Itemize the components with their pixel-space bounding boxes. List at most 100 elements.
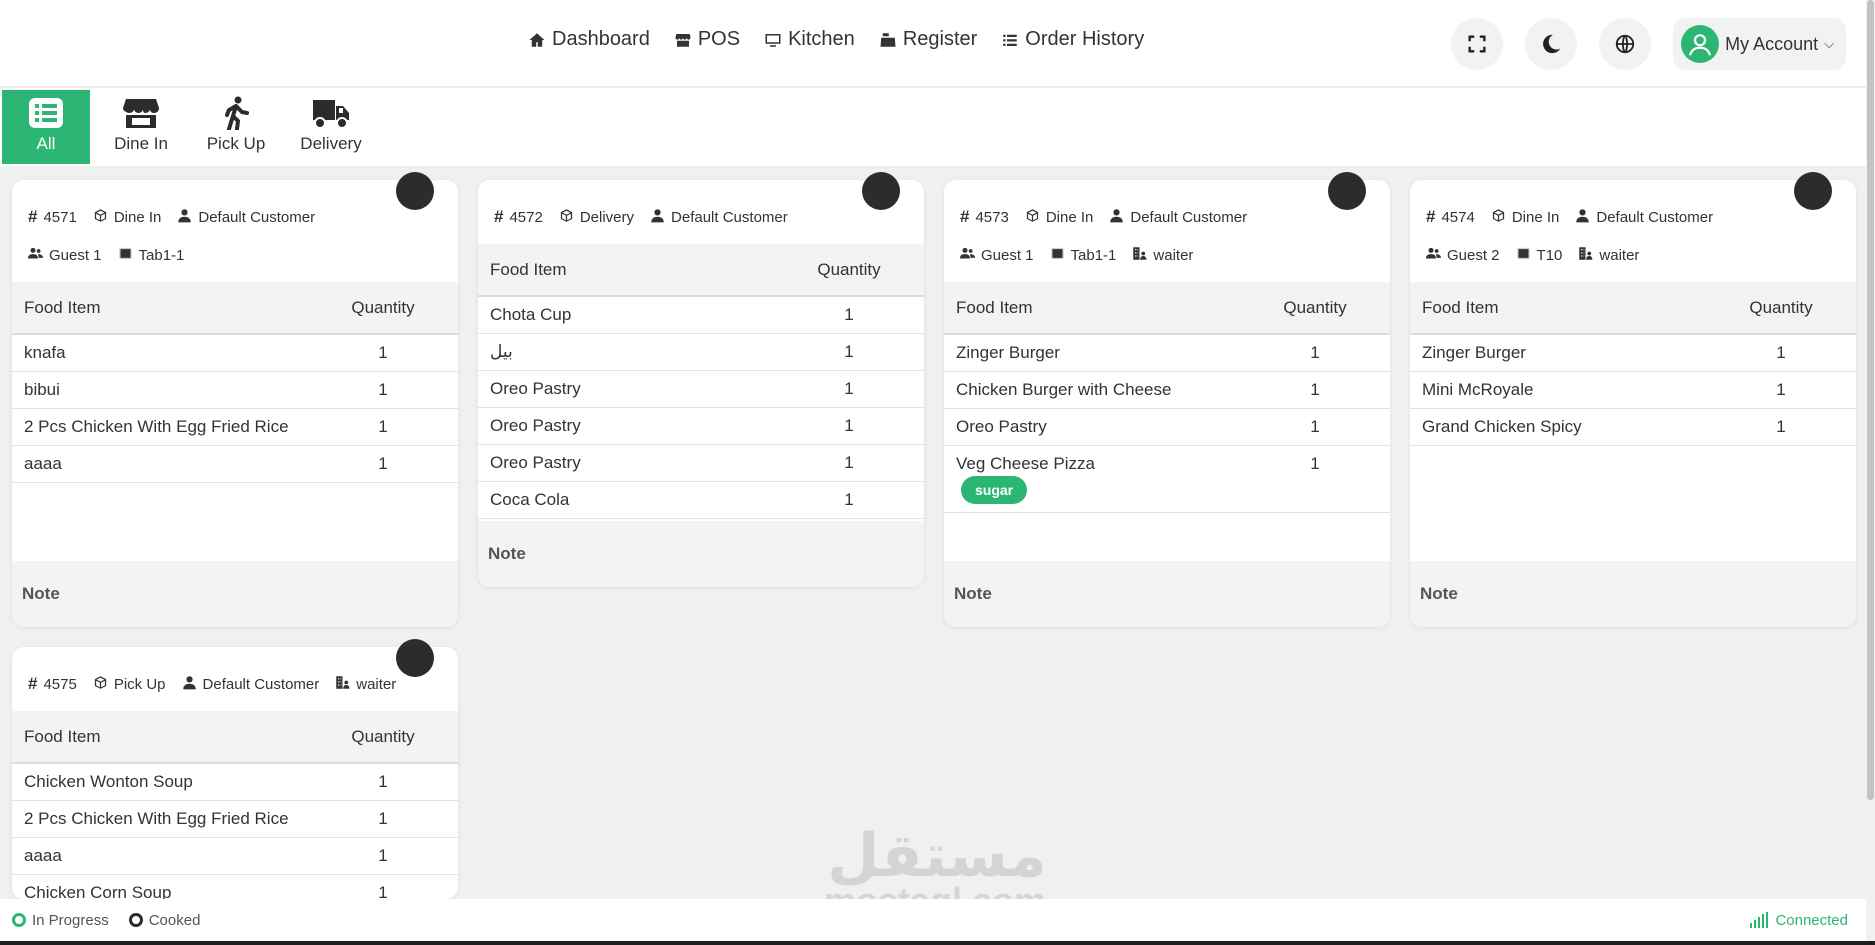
- table-row[interactable]: Chicken Wonton Soup 1: [12, 763, 458, 801]
- table-row[interactable]: 2 Pcs Chicken With Egg Fried Rice 1: [12, 408, 458, 446]
- nav-pos[interactable]: POS: [674, 28, 740, 51]
- header-quantity: Quantity: [308, 282, 458, 335]
- table-row[interactable]: Veg Cheese Pizza sugar 1: [944, 445, 1390, 513]
- quantity-cell: 1: [1706, 371, 1856, 409]
- order-note[interactable]: Note: [944, 561, 1390, 627]
- user-icon: [182, 675, 197, 694]
- table-header-row: Food Item Quantity: [944, 282, 1390, 335]
- order-meta-row: #4574 Dine In Default Customer: [1426, 198, 1842, 236]
- table-row[interactable]: Oreo Pastry 1: [478, 444, 924, 482]
- food-item-cell: Oreo Pastry: [478, 444, 774, 482]
- scrollbar-thumb[interactable]: [1867, 0, 1874, 800]
- order-note[interactable]: Note: [1410, 561, 1856, 627]
- order-guests: Guest 1: [28, 246, 102, 265]
- table-header-row: Food Item Quantity: [12, 282, 458, 335]
- food-item-name: Oreo Pastry: [490, 378, 581, 398]
- nav-dashboard[interactable]: Dashboard: [528, 28, 650, 51]
- table-body: knafa 1 bibui 1 2 Pcs Chicken With Egg Fried…: [12, 334, 458, 483]
- language-button[interactable]: [1599, 18, 1652, 70]
- table-row[interactable]: aaaa 1: [12, 445, 458, 483]
- table-row[interactable]: Oreo Pastry 1: [478, 407, 924, 445]
- user-icon: [1689, 34, 1712, 56]
- order-meta-row: Guest 2 T10 waiter: [1426, 236, 1842, 274]
- table-header-row: Food Item Quantity: [1410, 282, 1856, 335]
- order-status-dot[interactable]: [1328, 172, 1366, 210]
- order-card[interactable]: #4575 Pick Up Default Customer waiter Food I…: [12, 639, 458, 899]
- user-icon: [1109, 208, 1124, 227]
- chevron-down-icon: ⌵: [1824, 36, 1834, 51]
- order-card-body: #4574 Dine In Default Customer Guest 2 T10 wa…: [1410, 180, 1856, 627]
- quantity-cell: 1: [308, 800, 458, 838]
- order-table-label: Tab1-1: [138, 246, 185, 264]
- order-meta-row: Guest 1 Tab1-1 waiter: [960, 236, 1376, 274]
- order-table: T10: [1516, 246, 1562, 265]
- nav-kitchen[interactable]: Kitchen: [764, 28, 855, 51]
- order-waiter: waiter: [1578, 246, 1639, 265]
- page-scrollbar[interactable]: [1866, 0, 1875, 941]
- food-item-name: Grand Chicken Spicy: [1422, 416, 1582, 436]
- filter-delivery[interactable]: Delivery: [287, 90, 375, 164]
- food-item-cell: bibui: [12, 371, 308, 409]
- filter-dine-in[interactable]: Dine In: [97, 90, 185, 164]
- order-status-dot[interactable]: [396, 172, 434, 210]
- table-row[interactable]: 2 Pcs Chicken With Egg Fried Rice 1: [12, 800, 458, 838]
- order-items-table: Food Item Quantity Zinger Burger 1 Mini McRo…: [1410, 282, 1856, 446]
- filter-label: Dine In: [114, 134, 168, 153]
- food-item-name: Zinger Burger: [1422, 342, 1526, 362]
- table-row[interactable]: Zinger Burger 1: [944, 334, 1390, 372]
- order-card[interactable]: #4571 Dine In Default Customer Guest 1 Tab1-…: [12, 172, 458, 627]
- quantity-cell: 1: [308, 837, 458, 875]
- nav-register[interactable]: Register: [879, 28, 977, 51]
- hash-icon: #: [1426, 207, 1436, 226]
- table-row[interactable]: Coca Cola 1: [478, 481, 924, 519]
- table-row[interactable]: Zinger Burger 1: [1410, 334, 1856, 372]
- order-card-body: #4572 Delivery Default Customer Food Item Qu…: [478, 180, 924, 587]
- in-progress-dot-icon: [12, 913, 26, 927]
- filter-pick-up[interactable]: Pick Up: [192, 90, 280, 164]
- table-row[interactable]: Chicken Corn Soup 1: [12, 874, 458, 899]
- food-item-name: bibui: [24, 379, 60, 399]
- food-item-cell: Chicken Burger with Cheese: [944, 371, 1240, 409]
- table-row[interactable]: Chicken Burger with Cheese 1: [944, 371, 1390, 409]
- table-row[interactable]: Mini McRoyale 1: [1410, 371, 1856, 409]
- order-guests-label: Guest 1: [981, 246, 1034, 264]
- order-status-dot[interactable]: [396, 639, 434, 677]
- order-card[interactable]: #4572 Delivery Default Customer Food Item Qu…: [478, 172, 924, 587]
- order-card[interactable]: #4574 Dine In Default Customer Guest 2 T10 wa…: [1410, 172, 1856, 627]
- table-icon: [118, 246, 133, 265]
- nav-order-history[interactable]: Order History: [1001, 28, 1144, 51]
- quantity-cell: 1: [308, 874, 458, 899]
- table-row[interactable]: بيل 1: [478, 333, 924, 371]
- quantity-cell: 1: [774, 333, 924, 371]
- table-row[interactable]: Oreo Pastry 1: [478, 370, 924, 408]
- fullscreen-button[interactable]: [1451, 18, 1504, 70]
- order-table: Tab1-1: [1050, 246, 1116, 265]
- table-row[interactable]: aaaa 1: [12, 837, 458, 875]
- order-status-dot[interactable]: [1794, 172, 1832, 210]
- table-row[interactable]: Oreo Pastry 1: [944, 408, 1390, 446]
- food-item-cell: Veg Cheese Pizza sugar: [944, 445, 1240, 513]
- order-note[interactable]: Note: [478, 521, 924, 587]
- table-icon: [1516, 246, 1531, 265]
- order-id: 4571: [43, 208, 77, 226]
- window-bottom-edge: [0, 941, 1875, 945]
- account-menu[interactable]: My Account ⌵: [1673, 18, 1846, 70]
- order-guests-label: Guest 1: [49, 246, 102, 264]
- order-card-body: #4575 Pick Up Default Customer waiter Food I…: [12, 647, 458, 899]
- order-customer: Default Customer: [650, 208, 788, 227]
- food-item-name: Chicken Wonton Soup: [24, 771, 193, 791]
- order-guests: Guest 2: [1426, 246, 1500, 265]
- order-status-dot[interactable]: [862, 172, 900, 210]
- dark-mode-button[interactable]: [1525, 18, 1578, 70]
- order-note[interactable]: Note: [12, 561, 458, 627]
- filter-all[interactable]: All: [2, 90, 90, 164]
- order-items-table: Food Item Quantity knafa 1 bibui 1 2 Pcs Chick…: [12, 282, 458, 483]
- nav-label: Kitchen: [788, 28, 855, 50]
- table-row[interactable]: bibui 1: [12, 371, 458, 409]
- box-icon: [93, 675, 108, 694]
- table-row[interactable]: knafa 1: [12, 334, 458, 372]
- table-row[interactable]: Chota Cup 1: [478, 296, 924, 334]
- order-card[interactable]: #4573 Dine In Default Customer Guest 1 Tab1-…: [944, 172, 1390, 627]
- table-row[interactable]: Grand Chicken Spicy 1: [1410, 408, 1856, 446]
- order-type-label: Dine In: [1511, 208, 1560, 226]
